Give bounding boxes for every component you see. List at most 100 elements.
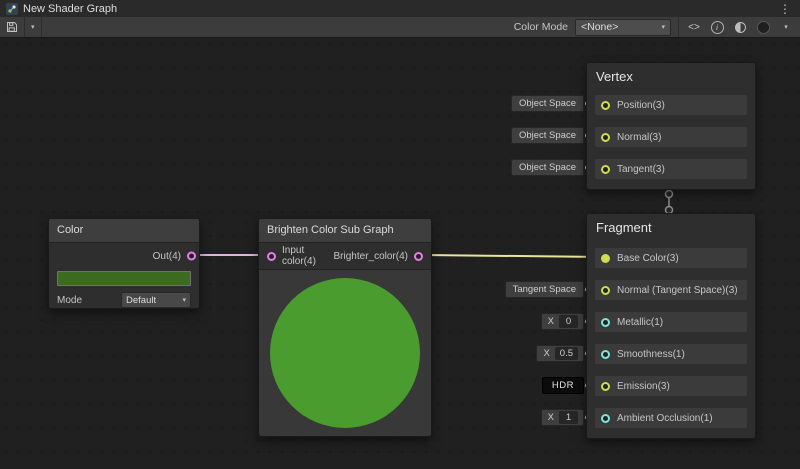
- binding-smoothness: X 0.5: [536, 345, 584, 362]
- shader-graph-icon: [6, 3, 18, 15]
- node-vertex[interactable]: Vertex Position(3) Normal(3) Tangent(3): [586, 62, 756, 190]
- chevron-down-icon: ▾: [31, 23, 35, 31]
- port-label: Position(3): [617, 100, 665, 111]
- graph-canvas[interactable]: Object Space Object Space Object Space T…: [0, 38, 800, 469]
- vertex-ports: Position(3) Normal(3) Tangent(3): [587, 89, 755, 189]
- ambient-occlusion-value-field[interactable]: 1: [559, 411, 578, 424]
- port-label: Brighter_color(4): [334, 251, 408, 262]
- axis-label: X: [543, 348, 549, 359]
- node-vertex-title: Vertex: [587, 63, 755, 89]
- node-color-title: Color: [49, 219, 199, 243]
- port-connector-icon[interactable]: [601, 165, 610, 174]
- port-connector-icon[interactable]: [601, 254, 610, 263]
- port-label: Input color(4): [282, 245, 334, 267]
- port-ambient-occlusion: Ambient Occlusion(1): [595, 408, 747, 428]
- node-fragment-title: Fragment: [587, 214, 755, 240]
- save-icon: [6, 21, 18, 33]
- axis-label: X: [548, 316, 554, 327]
- color-swatch[interactable]: [57, 271, 191, 286]
- link-port-top-icon[interactable]: [666, 191, 673, 198]
- code-icon: <>: [688, 22, 700, 33]
- port-base-color: Base Color(3): [595, 248, 747, 268]
- port-connector-icon[interactable]: [601, 350, 610, 359]
- binding-position-space: Object Space: [511, 95, 584, 112]
- toolbar-separator: [678, 17, 679, 37]
- binding-normal-space: Object Space: [511, 127, 584, 144]
- node-subgraph-title: Brighten Color Sub Graph: [259, 219, 431, 243]
- toolbar-options-button[interactable]: ▾: [778, 17, 794, 38]
- binding-label: Tangent Space: [513, 284, 576, 295]
- smoothness-value-field[interactable]: 0.5: [555, 347, 578, 360]
- mode-row: Mode Default ▾: [49, 290, 199, 308]
- port-input-color: Input color(4): [267, 245, 334, 267]
- save-asset-button[interactable]: [0, 17, 25, 37]
- port-connector-icon[interactable]: [601, 414, 610, 423]
- account-button[interactable]: [755, 17, 771, 38]
- color-mode-dropdown[interactable]: <None> ▾: [575, 19, 671, 36]
- port-tangent: Tangent(3): [595, 159, 747, 179]
- binding-metallic: X 0: [541, 313, 584, 330]
- port-connector-icon[interactable]: [414, 252, 423, 261]
- metallic-value-field[interactable]: 0: [559, 315, 578, 328]
- port-brighter-color: Brighter_color(4): [334, 251, 423, 262]
- node-brighten-color-subgraph[interactable]: Brighten Color Sub Graph Input color(4) …: [258, 218, 432, 437]
- node-color[interactable]: Color Out(4) Mode Default ▾: [48, 218, 200, 309]
- port-connector-icon[interactable]: [267, 252, 276, 261]
- port-label: Ambient Occlusion(1): [617, 413, 713, 424]
- port-connector-icon[interactable]: [601, 101, 610, 110]
- save-options-button[interactable]: ▾: [25, 17, 42, 37]
- binding-label: Object Space: [519, 162, 576, 173]
- port-label: Normal(3): [617, 132, 661, 143]
- mode-value: Default: [126, 295, 156, 306]
- window-titlebar: New Shader Graph ⋮: [0, 0, 800, 17]
- port-out: Out(4): [49, 243, 199, 269]
- port-label: Smoothness(1): [617, 349, 685, 360]
- subgraph-ports-row: Input color(4) Brighter_color(4): [259, 243, 431, 270]
- chevron-down-icon: ▾: [182, 296, 186, 304]
- port-connector-icon[interactable]: [187, 252, 196, 261]
- node-preview-area: [259, 270, 431, 436]
- color-mode-value: <None>: [581, 21, 618, 33]
- shader-preview-sphere: [270, 278, 420, 428]
- port-emission: Emission(3): [595, 376, 747, 396]
- account-circle-icon: [757, 21, 770, 34]
- color-mode-label: Color Mode: [514, 21, 568, 33]
- port-label: Emission(3): [617, 381, 670, 392]
- mode-label: Mode: [57, 295, 82, 306]
- port-connector-icon[interactable]: [601, 133, 610, 142]
- chevron-down-icon: ▾: [661, 23, 665, 31]
- port-label: Out(4): [153, 251, 181, 262]
- port-label: Tangent(3): [617, 164, 665, 175]
- fragment-ports: Base Color(3) Normal (Tangent Space)(3) …: [587, 240, 755, 438]
- port-normal-tangent-space: Normal (Tangent Space)(3): [595, 280, 747, 300]
- port-metallic: Metallic(1): [595, 312, 747, 332]
- toolbar-right-group: Color Mode <None> ▾ <> i ▾: [514, 17, 800, 37]
- node-fragment[interactable]: Fragment Base Color(3) Normal (Tangent S…: [586, 213, 756, 439]
- hdr-label: HDR: [552, 380, 574, 391]
- binding-normal-tangent-space: Tangent Space: [505, 281, 584, 298]
- view-code-button[interactable]: <>: [686, 17, 702, 38]
- mode-dropdown[interactable]: Default ▾: [121, 292, 191, 308]
- contrast-circle-icon: [735, 22, 746, 33]
- main-preview-toggle-button[interactable]: [732, 17, 748, 38]
- chevron-down-icon: ▾: [784, 23, 788, 31]
- window-title: New Shader Graph: [23, 3, 117, 15]
- graph-toolbar: ▾ Color Mode <None> ▾ <> i ▾: [0, 17, 800, 38]
- binding-label: Object Space: [519, 130, 576, 141]
- binding-label: Object Space: [519, 98, 576, 109]
- port-position: Position(3): [595, 95, 747, 115]
- info-icon: i: [711, 21, 724, 34]
- binding-tangent-space: Object Space: [511, 159, 584, 176]
- port-label: Base Color(3): [617, 253, 679, 264]
- port-label: Metallic(1): [617, 317, 663, 328]
- port-normal: Normal(3): [595, 127, 747, 147]
- port-label: Normal (Tangent Space)(3): [617, 285, 738, 296]
- axis-label: X: [548, 412, 554, 423]
- graph-inspector-button[interactable]: i: [709, 17, 725, 38]
- port-connector-icon[interactable]: [601, 382, 610, 391]
- binding-emission-hdr[interactable]: HDR: [542, 377, 584, 394]
- port-connector-icon[interactable]: [601, 286, 610, 295]
- kebab-menu-icon[interactable]: ⋮: [776, 3, 794, 15]
- port-connector-icon[interactable]: [601, 318, 610, 327]
- edge-subgraph-output-to-base-color[interactable]: [424, 255, 604, 257]
